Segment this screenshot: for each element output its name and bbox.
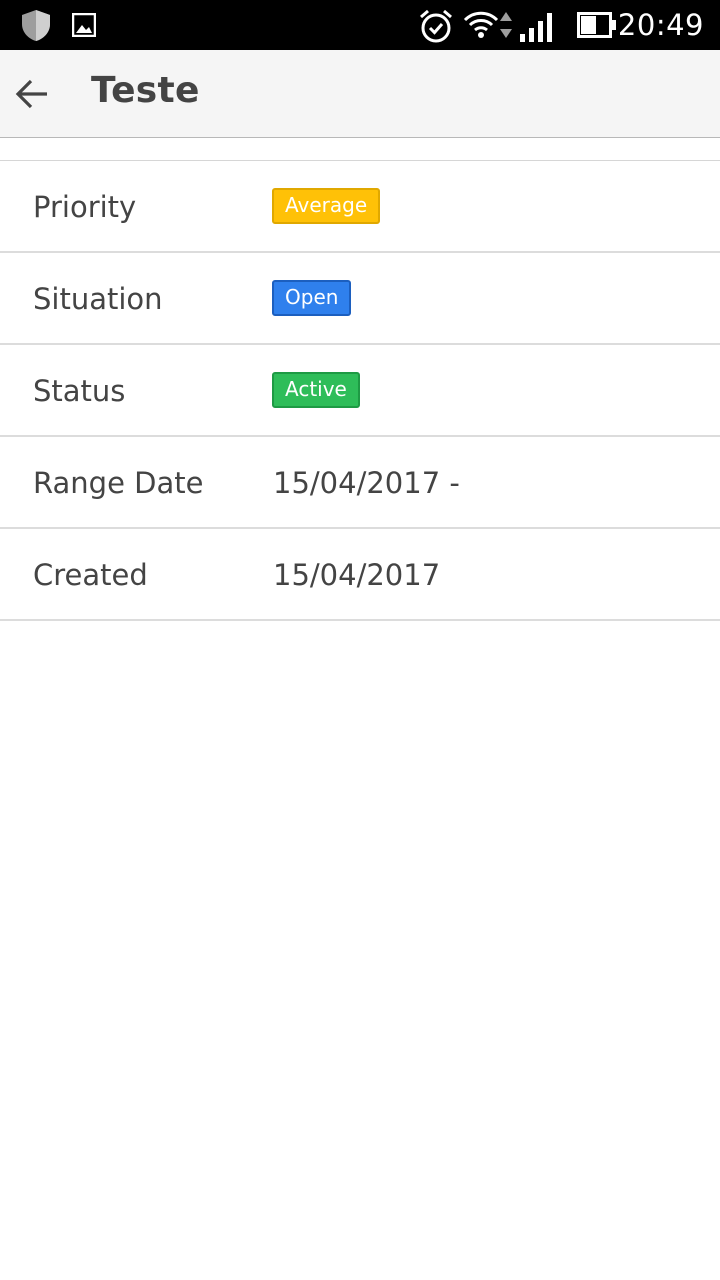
app-bar: Teste <box>0 50 720 138</box>
status-badge: Active <box>272 372 360 408</box>
situation-label: Situation <box>33 282 163 316</box>
clock-time: 20:49 <box>617 8 704 42</box>
status-bar: 20:49 <box>0 0 720 50</box>
range-date-label: Range Date <box>33 466 204 500</box>
detail-list: Priority Average Situation Open Status A… <box>0 161 720 621</box>
priority-badge: Average <box>272 188 381 224</box>
detail-row-situation: Situation Open <box>0 253 720 345</box>
detail-row-status: Status Active <box>0 345 720 437</box>
battery-icon <box>577 12 616 38</box>
situation-badge: Open <box>272 280 352 316</box>
page-title: Teste <box>91 70 200 111</box>
created-label: Created <box>33 558 148 592</box>
detail-row-priority: Priority Average <box>0 161 720 253</box>
created-value: 15/04/2017 <box>273 558 441 592</box>
wifi-icon <box>463 11 499 38</box>
detail-row-range-date: Range Date 15/04/2017 - <box>0 437 720 529</box>
range-date-value: 15/04/2017 - <box>273 466 460 500</box>
shield-icon <box>22 10 50 41</box>
arrow-left-icon <box>15 79 47 109</box>
data-arrows-icon <box>500 12 512 38</box>
alarm-icon <box>420 9 452 43</box>
status-label: Status <box>33 374 126 408</box>
detail-row-created: Created 15/04/2017 <box>0 529 720 621</box>
priority-label: Priority <box>33 190 137 224</box>
image-icon <box>72 13 96 37</box>
back-button[interactable] <box>10 72 54 116</box>
signal-icon <box>520 13 552 42</box>
